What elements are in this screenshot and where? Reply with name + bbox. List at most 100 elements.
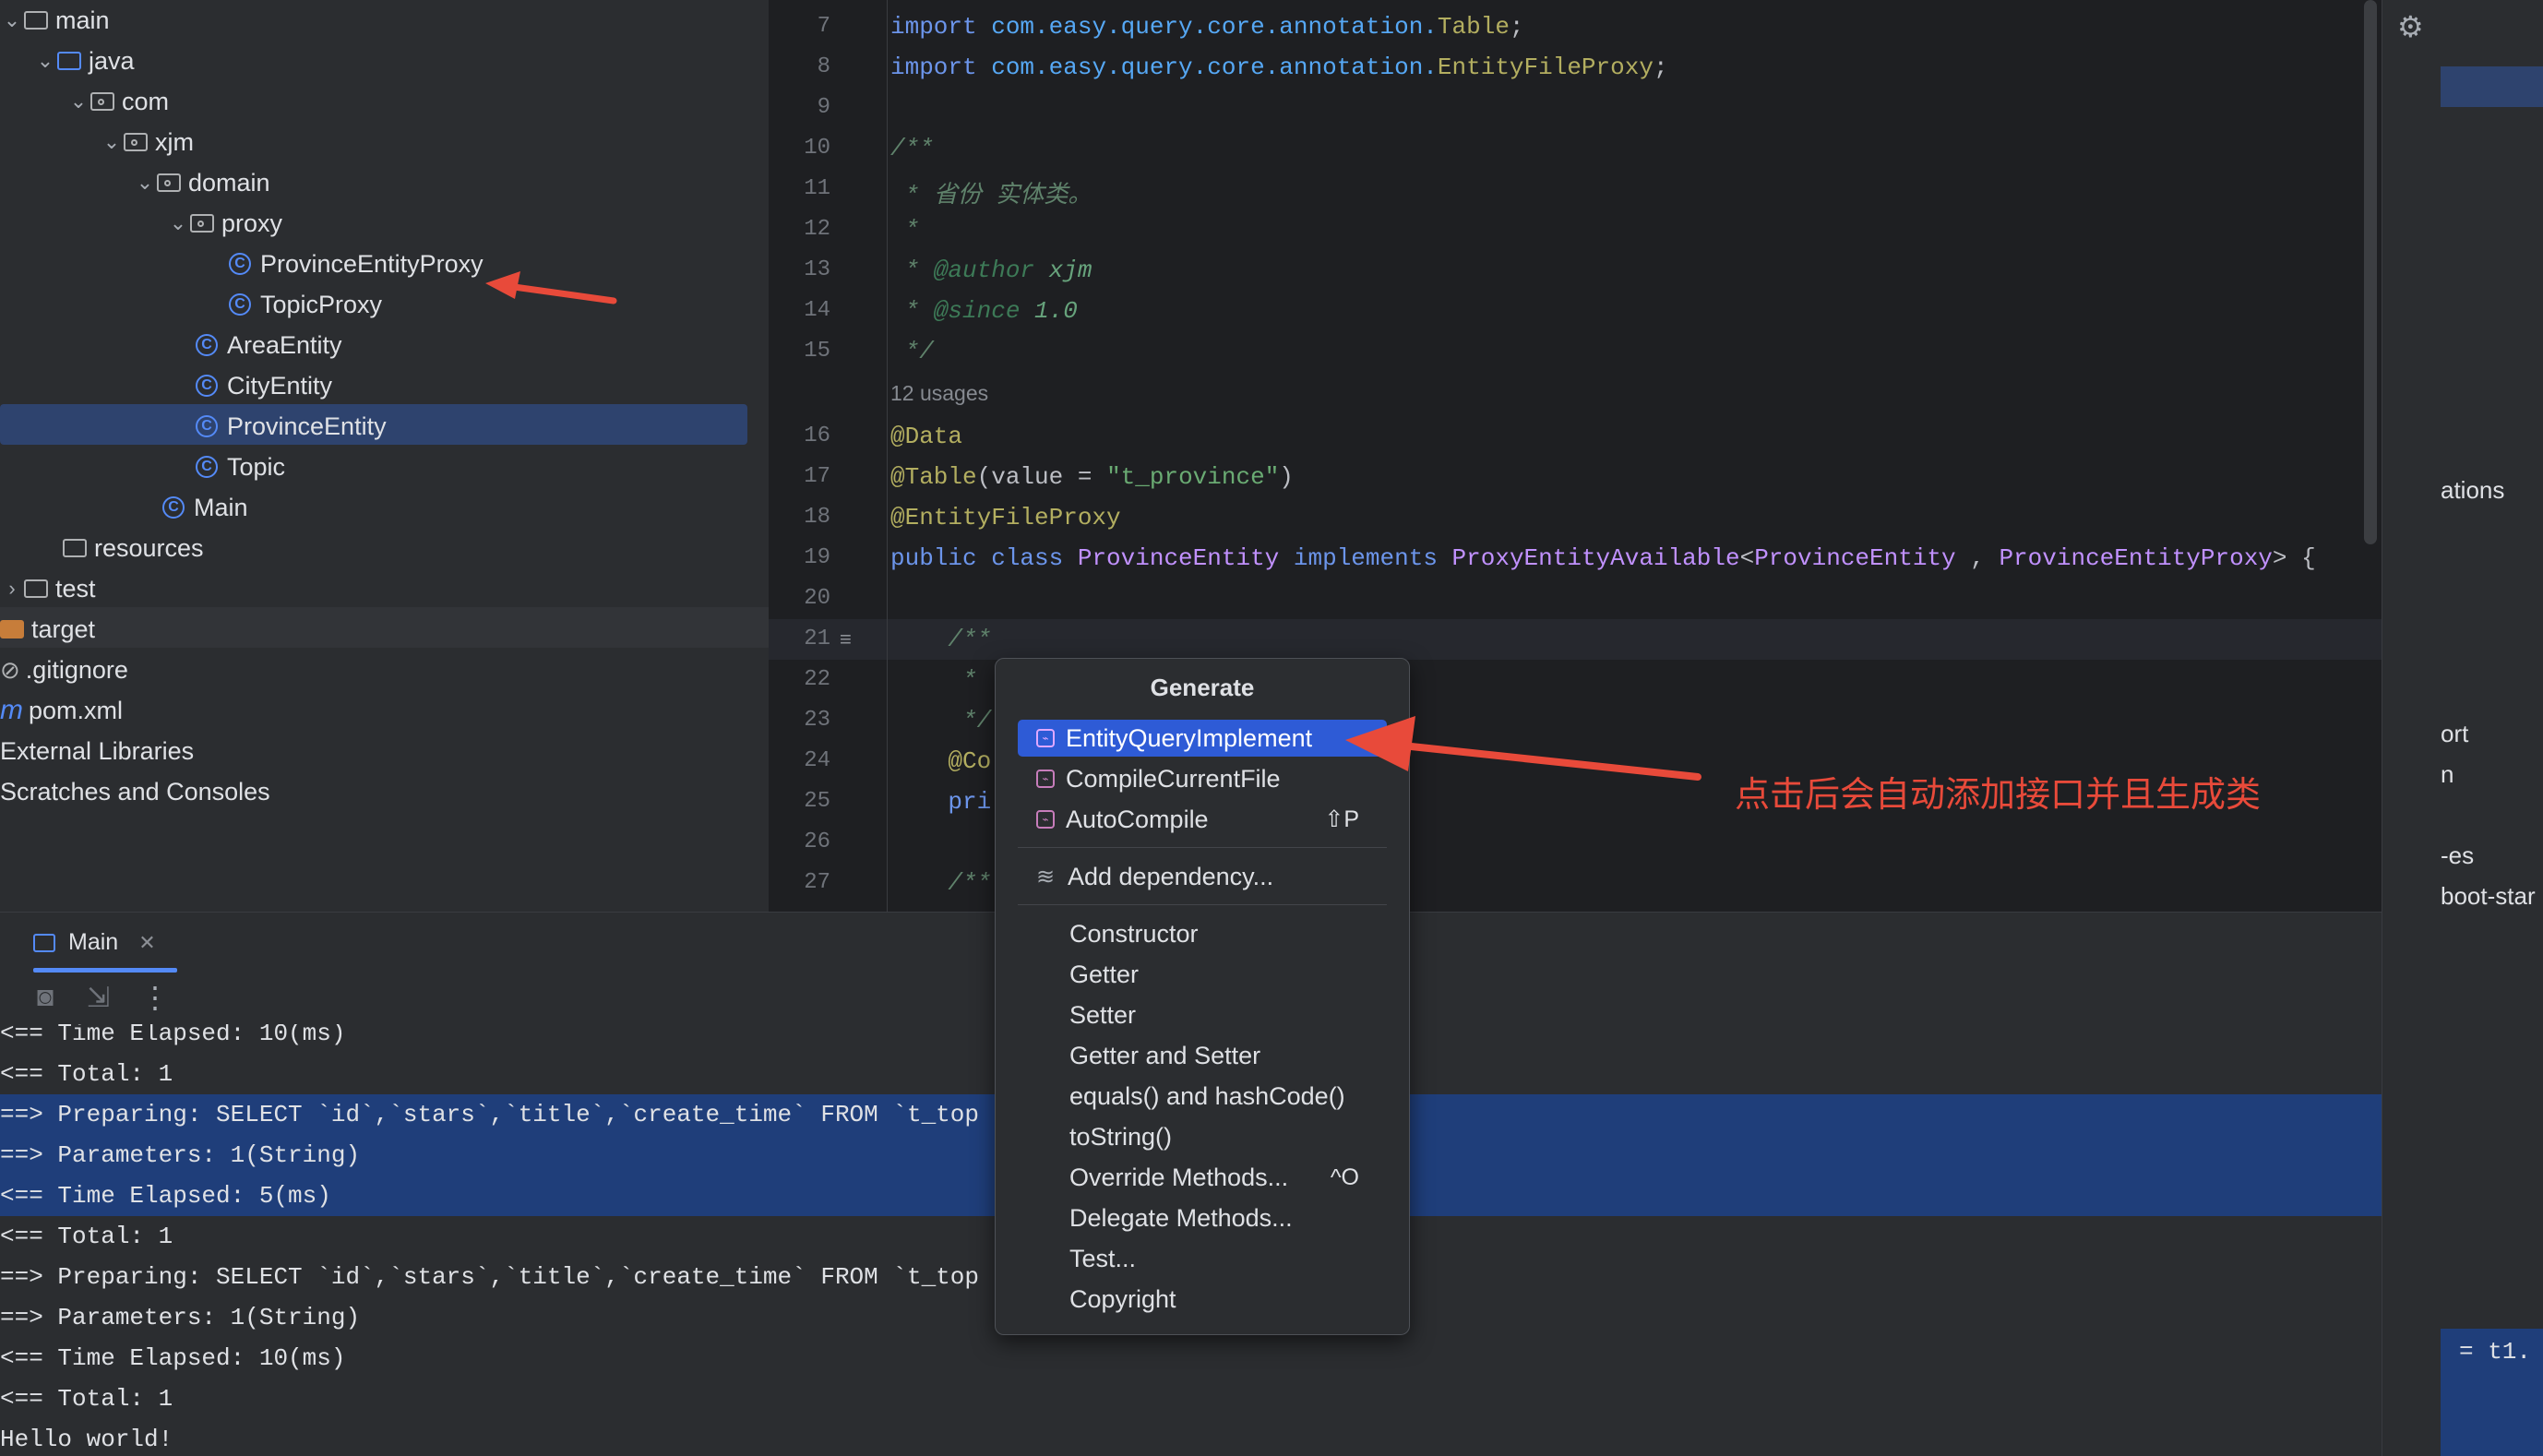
chevron-down-icon[interactable]: ⌄ [66,90,90,113]
chevron-down-icon[interactable]: ⌄ [33,49,57,73]
tree-item-main-class[interactable]: C Main [162,487,248,528]
package-icon [157,173,181,192]
tree-item-province-entity[interactable]: C ProvinceEntity [196,406,387,447]
chevron-down-icon[interactable]: ⌄ [133,171,157,195]
code-line-18: @EntityFileProxy [890,504,1121,531]
popup-title: Generate [1150,674,1255,701]
line-number: 25 [804,789,830,814]
shortcut-label: ⇧P [1324,806,1359,832]
maven-icon: m [0,695,23,725]
package-icon [124,133,148,151]
class-icon: C [229,293,251,316]
menu-item-copyright[interactable]: Copyright [1018,1281,1387,1318]
shortcut-label: ^O [1330,1164,1359,1190]
line-number: 7 [817,14,830,39]
tree-item-gitignore[interactable]: ⊘ .gitignore [0,650,128,690]
annotation-text: 点击后会自动添加接口并且生成类 [1735,776,2262,815]
chevron-down-icon[interactable]: ⌄ [166,211,190,235]
more-options-icon[interactable]: ⋮ [140,980,170,1015]
excluded-row-band [0,607,769,648]
right-panel-text: n [2441,760,2454,788]
line-number: 9 [817,95,830,120]
menu-item-auto-compile[interactable]: ⌁ AutoCompile ⇧P [1018,801,1387,838]
plugin-action-icon: ⌁ [1036,729,1055,747]
doc-render-icon[interactable]: ≡ [840,627,852,651]
code-line-14: * @since 1.0 [890,297,1078,325]
code-line-21: /** [890,626,992,653]
tree-item-resources[interactable]: resources [63,528,204,568]
tree-item-main[interactable]: ⌄ main [0,0,110,41]
chevron-down-icon[interactable]: ⌄ [100,130,124,154]
tree-item-province-entity-proxy[interactable]: C ProvinceEntityProxy [229,244,484,284]
menu-item-setter[interactable]: Setter [1018,997,1387,1033]
code-line-17: @Table(value = "t_province") [890,463,1294,491]
chevron-right-icon[interactable]: › [0,577,24,601]
chevron-down-icon[interactable]: ⌄ [0,8,24,32]
tree-item-topic[interactable]: C Topic [196,447,285,487]
ai-assistant-icon[interactable]: ⚙ [2397,9,2424,44]
run-config-icon [33,933,55,952]
tree-item-proxy[interactable]: ⌄ proxy [166,203,282,244]
tree-item-xjm[interactable]: ⌄ xjm [100,122,194,162]
code-line-24: @Co [890,747,992,775]
line-number: 22 [804,667,830,692]
code-line-16: @Data [890,423,963,450]
tree-item-domain[interactable]: ⌄ domain [133,162,270,203]
tree-item-city-entity[interactable]: C CityEntity [196,365,332,406]
line-number: 17 [804,464,830,489]
line-number: 24 [804,748,830,773]
class-icon: C [196,375,218,397]
line-number: 18 [804,505,830,530]
close-icon[interactable]: ✕ [138,931,155,955]
line-number: 16 [804,424,830,448]
tree-item-scratches[interactable]: Scratches and Consoles [0,771,270,812]
class-icon: C [196,415,218,437]
line-number: 15 [804,339,830,364]
tree-item-external-libraries[interactable]: External Libraries [0,731,194,771]
tab-main[interactable]: Main ✕ [33,929,156,956]
menu-item-getter-and-setter[interactable]: Getter and Setter [1018,1037,1387,1074]
console-line: Hello world! [0,1426,173,1453]
code-line-15: */ [890,338,934,365]
class-icon: C [196,334,218,356]
project-tool-window: ⌄ main ⌄ java ⌄ com ⌄ xjm ⌄ domain ⌄ proxy C Pr… [0,0,769,912]
menu-item-delegate-methods[interactable]: Delegate Methods... [1018,1199,1387,1236]
menu-item-add-dependency[interactable]: ≋ Add dependency... [1018,858,1387,895]
tree-item-pom[interactable]: m pom.xml [0,690,123,731]
class-icon: C [229,253,251,275]
package-icon [190,214,214,233]
menu-item-entity-query-implement[interactable]: ⌁ EntityQueryImplement [1018,720,1387,757]
code-line-13: * @author xjm [890,257,1092,284]
menu-item-test[interactable]: Test... [1018,1240,1387,1277]
menu-item-override-methods[interactable]: Override Methods... ^O [1018,1159,1387,1196]
plugin-action-icon: ⌁ [1036,810,1055,829]
usages-hint[interactable]: 12 usages [890,381,988,406]
right-tool-strip: ⚙ [2382,0,2442,1456]
tree-item-java[interactable]: ⌄ java [33,41,135,81]
camera-icon[interactable]: ◙ [37,982,54,1013]
menu-item-getter[interactable]: Getter [1018,956,1387,993]
class-icon: C [162,496,185,519]
tree-item-area-entity[interactable]: C AreaEntity [196,325,342,365]
line-number: 23 [804,708,830,733]
tree-item-target[interactable]: target [0,609,95,650]
menu-item-tostring[interactable]: toString() [1018,1118,1387,1155]
export-icon[interactable]: ⇲ [87,982,110,1014]
code-line-23: */ [890,707,992,734]
line-number: 12 [804,217,830,242]
code-line-25: pri [890,788,992,816]
right-panel-text: boot-star [2441,882,2536,910]
tree-item-com[interactable]: ⌄ com [66,81,169,122]
resources-folder-icon [63,539,87,557]
line-number: 21 [804,627,830,651]
menu-item-compile-current-file[interactable]: ⌁ CompileCurrentFile [1018,760,1387,797]
code-line-8: import com.easy.query.core.annotation.En… [890,54,1668,81]
class-icon: C [196,456,218,478]
menu-item-constructor[interactable]: Constructor [1018,915,1387,952]
line-number: 19 [804,545,830,570]
tree-item-test[interactable]: › test [0,568,95,609]
right-panel-selection [2441,66,2543,107]
editor-scrollbar[interactable] [2364,0,2377,544]
tree-item-topic-proxy[interactable]: C TopicProxy [229,284,382,325]
menu-item-equals-hashcode[interactable]: equals() and hashCode() [1018,1078,1387,1115]
